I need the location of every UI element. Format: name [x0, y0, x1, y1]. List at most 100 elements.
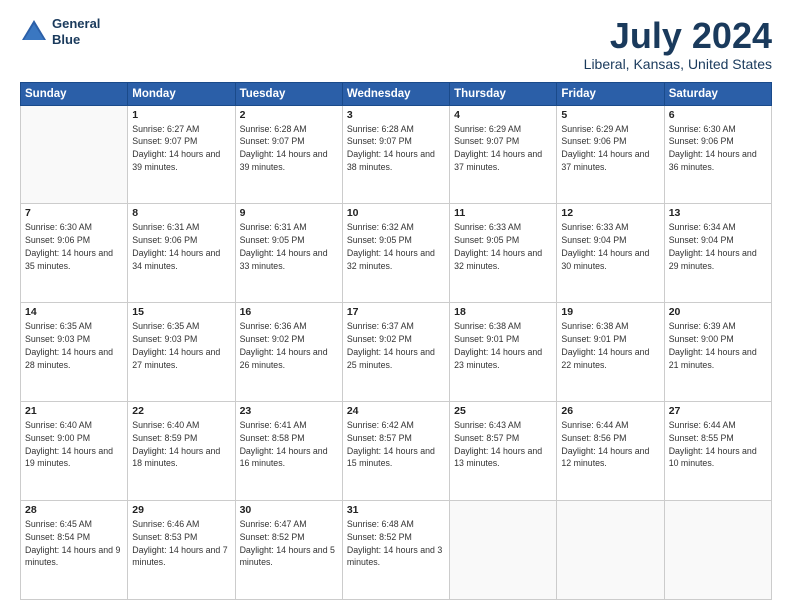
- calendar-header-row: Sunday Monday Tuesday Wednesday Thursday…: [21, 82, 772, 105]
- table-row: 9 Sunrise: 6:31 AMSunset: 9:05 PMDayligh…: [235, 204, 342, 303]
- col-thursday: Thursday: [450, 82, 557, 105]
- day-number: 30: [240, 504, 338, 516]
- day-info: Sunrise: 6:31 AMSunset: 9:06 PMDaylight:…: [132, 221, 230, 272]
- day-info: Sunrise: 6:29 AMSunset: 9:06 PMDaylight:…: [561, 123, 659, 174]
- day-info: Sunrise: 6:37 AMSunset: 9:02 PMDaylight:…: [347, 320, 445, 371]
- table-row: 6 Sunrise: 6:30 AMSunset: 9:06 PMDayligh…: [664, 105, 771, 204]
- calendar-week-row: 28 Sunrise: 6:45 AMSunset: 8:54 PMDaylig…: [21, 501, 772, 600]
- day-number: 18: [454, 306, 552, 318]
- table-row: 1 Sunrise: 6:27 AMSunset: 9:07 PMDayligh…: [128, 105, 235, 204]
- day-info: Sunrise: 6:35 AMSunset: 9:03 PMDaylight:…: [25, 320, 123, 371]
- day-info: Sunrise: 6:32 AMSunset: 9:05 PMDaylight:…: [347, 221, 445, 272]
- table-row: 5 Sunrise: 6:29 AMSunset: 9:06 PMDayligh…: [557, 105, 664, 204]
- day-number: 31: [347, 504, 445, 516]
- table-row: 10 Sunrise: 6:32 AMSunset: 9:05 PMDaylig…: [342, 204, 449, 303]
- table-row: 27 Sunrise: 6:44 AMSunset: 8:55 PMDaylig…: [664, 402, 771, 501]
- day-number: 14: [25, 306, 123, 318]
- day-info: Sunrise: 6:38 AMSunset: 9:01 PMDaylight:…: [454, 320, 552, 371]
- day-info: Sunrise: 6:40 AMSunset: 9:00 PMDaylight:…: [25, 419, 123, 470]
- table-row: [557, 501, 664, 600]
- day-number: 25: [454, 405, 552, 417]
- table-row: 16 Sunrise: 6:36 AMSunset: 9:02 PMDaylig…: [235, 303, 342, 402]
- day-info: Sunrise: 6:30 AMSunset: 9:06 PMDaylight:…: [669, 123, 767, 174]
- day-info: Sunrise: 6:44 AMSunset: 8:55 PMDaylight:…: [669, 419, 767, 470]
- day-number: 3: [347, 109, 445, 121]
- day-info: Sunrise: 6:41 AMSunset: 8:58 PMDaylight:…: [240, 419, 338, 470]
- table-row: 21 Sunrise: 6:40 AMSunset: 9:00 PMDaylig…: [21, 402, 128, 501]
- day-info: Sunrise: 6:33 AMSunset: 9:05 PMDaylight:…: [454, 221, 552, 272]
- logo-icon: [20, 18, 48, 46]
- day-number: 29: [132, 504, 230, 516]
- day-number: 15: [132, 306, 230, 318]
- day-number: 19: [561, 306, 659, 318]
- day-number: 24: [347, 405, 445, 417]
- day-number: 26: [561, 405, 659, 417]
- day-number: 21: [25, 405, 123, 417]
- table-row: 2 Sunrise: 6:28 AMSunset: 9:07 PMDayligh…: [235, 105, 342, 204]
- col-monday: Monday: [128, 82, 235, 105]
- day-info: Sunrise: 6:35 AMSunset: 9:03 PMDaylight:…: [132, 320, 230, 371]
- day-number: 10: [347, 207, 445, 219]
- table-row: 23 Sunrise: 6:41 AMSunset: 8:58 PMDaylig…: [235, 402, 342, 501]
- subtitle: Liberal, Kansas, United States: [584, 56, 772, 72]
- day-info: Sunrise: 6:39 AMSunset: 9:00 PMDaylight:…: [669, 320, 767, 371]
- day-number: 20: [669, 306, 767, 318]
- calendar-table: Sunday Monday Tuesday Wednesday Thursday…: [20, 82, 772, 600]
- table-row: 7 Sunrise: 6:30 AMSunset: 9:06 PMDayligh…: [21, 204, 128, 303]
- table-row: 13 Sunrise: 6:34 AMSunset: 9:04 PMDaylig…: [664, 204, 771, 303]
- day-info: Sunrise: 6:28 AMSunset: 9:07 PMDaylight:…: [240, 123, 338, 174]
- header: General Blue July 2024 Liberal, Kansas, …: [20, 16, 772, 72]
- table-row: [664, 501, 771, 600]
- table-row: 31 Sunrise: 6:48 AMSunset: 8:52 PMDaylig…: [342, 501, 449, 600]
- day-info: Sunrise: 6:28 AMSunset: 9:07 PMDaylight:…: [347, 123, 445, 174]
- day-number: 2: [240, 109, 338, 121]
- day-number: 28: [25, 504, 123, 516]
- calendar-week-row: 21 Sunrise: 6:40 AMSunset: 9:00 PMDaylig…: [21, 402, 772, 501]
- day-number: 23: [240, 405, 338, 417]
- table-row: 30 Sunrise: 6:47 AMSunset: 8:52 PMDaylig…: [235, 501, 342, 600]
- logo: General Blue: [20, 16, 100, 47]
- calendar-week-row: 7 Sunrise: 6:30 AMSunset: 9:06 PMDayligh…: [21, 204, 772, 303]
- day-number: 12: [561, 207, 659, 219]
- title-block: July 2024 Liberal, Kansas, United States: [584, 16, 772, 72]
- day-number: 8: [132, 207, 230, 219]
- table-row: 18 Sunrise: 6:38 AMSunset: 9:01 PMDaylig…: [450, 303, 557, 402]
- day-number: 6: [669, 109, 767, 121]
- page: General Blue July 2024 Liberal, Kansas, …: [0, 0, 792, 612]
- day-number: 17: [347, 306, 445, 318]
- table-row: 25 Sunrise: 6:43 AMSunset: 8:57 PMDaylig…: [450, 402, 557, 501]
- table-row: [21, 105, 128, 204]
- day-number: 4: [454, 109, 552, 121]
- col-tuesday: Tuesday: [235, 82, 342, 105]
- day-info: Sunrise: 6:46 AMSunset: 8:53 PMDaylight:…: [132, 518, 230, 569]
- table-row: 28 Sunrise: 6:45 AMSunset: 8:54 PMDaylig…: [21, 501, 128, 600]
- day-info: Sunrise: 6:48 AMSunset: 8:52 PMDaylight:…: [347, 518, 445, 569]
- col-saturday: Saturday: [664, 82, 771, 105]
- table-row: 24 Sunrise: 6:42 AMSunset: 8:57 PMDaylig…: [342, 402, 449, 501]
- calendar-week-row: 14 Sunrise: 6:35 AMSunset: 9:03 PMDaylig…: [21, 303, 772, 402]
- table-row: 15 Sunrise: 6:35 AMSunset: 9:03 PMDaylig…: [128, 303, 235, 402]
- day-number: 16: [240, 306, 338, 318]
- day-info: Sunrise: 6:29 AMSunset: 9:07 PMDaylight:…: [454, 123, 552, 174]
- table-row: 26 Sunrise: 6:44 AMSunset: 8:56 PMDaylig…: [557, 402, 664, 501]
- day-info: Sunrise: 6:45 AMSunset: 8:54 PMDaylight:…: [25, 518, 123, 569]
- logo-text: General Blue: [52, 16, 100, 47]
- table-row: 8 Sunrise: 6:31 AMSunset: 9:06 PMDayligh…: [128, 204, 235, 303]
- table-row: 22 Sunrise: 6:40 AMSunset: 8:59 PMDaylig…: [128, 402, 235, 501]
- table-row: 14 Sunrise: 6:35 AMSunset: 9:03 PMDaylig…: [21, 303, 128, 402]
- day-number: 7: [25, 207, 123, 219]
- table-row: 17 Sunrise: 6:37 AMSunset: 9:02 PMDaylig…: [342, 303, 449, 402]
- table-row: 29 Sunrise: 6:46 AMSunset: 8:53 PMDaylig…: [128, 501, 235, 600]
- day-number: 5: [561, 109, 659, 121]
- table-row: 3 Sunrise: 6:28 AMSunset: 9:07 PMDayligh…: [342, 105, 449, 204]
- table-row: 4 Sunrise: 6:29 AMSunset: 9:07 PMDayligh…: [450, 105, 557, 204]
- main-title: July 2024: [584, 16, 772, 56]
- day-info: Sunrise: 6:44 AMSunset: 8:56 PMDaylight:…: [561, 419, 659, 470]
- table-row: 20 Sunrise: 6:39 AMSunset: 9:00 PMDaylig…: [664, 303, 771, 402]
- day-number: 27: [669, 405, 767, 417]
- col-friday: Friday: [557, 82, 664, 105]
- day-info: Sunrise: 6:38 AMSunset: 9:01 PMDaylight:…: [561, 320, 659, 371]
- day-info: Sunrise: 6:33 AMSunset: 9:04 PMDaylight:…: [561, 221, 659, 272]
- table-row: 12 Sunrise: 6:33 AMSunset: 9:04 PMDaylig…: [557, 204, 664, 303]
- table-row: 11 Sunrise: 6:33 AMSunset: 9:05 PMDaylig…: [450, 204, 557, 303]
